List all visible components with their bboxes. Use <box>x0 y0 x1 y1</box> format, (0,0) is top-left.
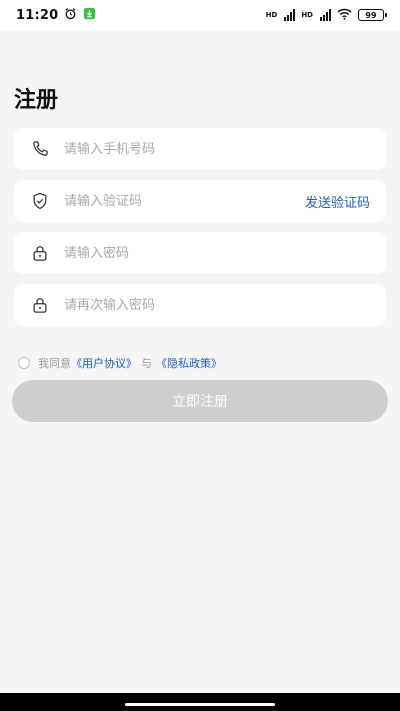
signal-icon <box>284 9 296 21</box>
verification-code-field[interactable]: 发送验证码 <box>14 180 386 222</box>
agreement-prefix: 我同意 <box>38 357 71 370</box>
alarm-icon <box>64 7 77 24</box>
confirm-password-field[interactable] <box>14 284 386 326</box>
hd-label-2: HD <box>301 10 313 19</box>
agreement-row: 我同意 《用户协议》 与 《隐私政策》 <box>18 355 222 371</box>
battery-icon: 99 <box>358 9 387 21</box>
page-title: 注册 <box>14 88 59 113</box>
hd-label-1: HD <box>265 10 278 19</box>
status-time: 11:20 <box>16 7 59 23</box>
agreement-connector: 与 <box>141 357 152 370</box>
lock-icon <box>30 243 50 263</box>
verification-code-input[interactable] <box>62 192 305 210</box>
agree-radio[interactable] <box>18 357 30 369</box>
shield-icon <box>30 191 50 211</box>
phone-icon <box>30 139 50 159</box>
download-icon <box>83 7 96 24</box>
password-input[interactable] <box>62 244 370 262</box>
status-left: 11:20 <box>16 7 96 24</box>
phone-field[interactable] <box>14 128 386 170</box>
confirm-password-input[interactable] <box>62 296 370 314</box>
wifi-icon <box>337 8 352 23</box>
password-field[interactable] <box>14 232 386 274</box>
register-button[interactable]: 立即注册 <box>12 380 388 422</box>
lock-icon <box>30 295 50 315</box>
home-indicator[interactable] <box>125 703 275 706</box>
system-nav-bar <box>0 693 400 711</box>
signal-icon <box>320 9 331 21</box>
user-agreement-link[interactable]: 《用户协议》 <box>71 355 137 371</box>
status-bar: 11:20 HD HD 99 <box>0 0 400 30</box>
send-code-button[interactable]: 发送验证码 <box>305 192 370 211</box>
phone-input[interactable] <box>62 140 370 158</box>
privacy-policy-link[interactable]: 《隐私政策》 <box>156 355 222 371</box>
status-right: HD HD 99 <box>265 8 387 23</box>
